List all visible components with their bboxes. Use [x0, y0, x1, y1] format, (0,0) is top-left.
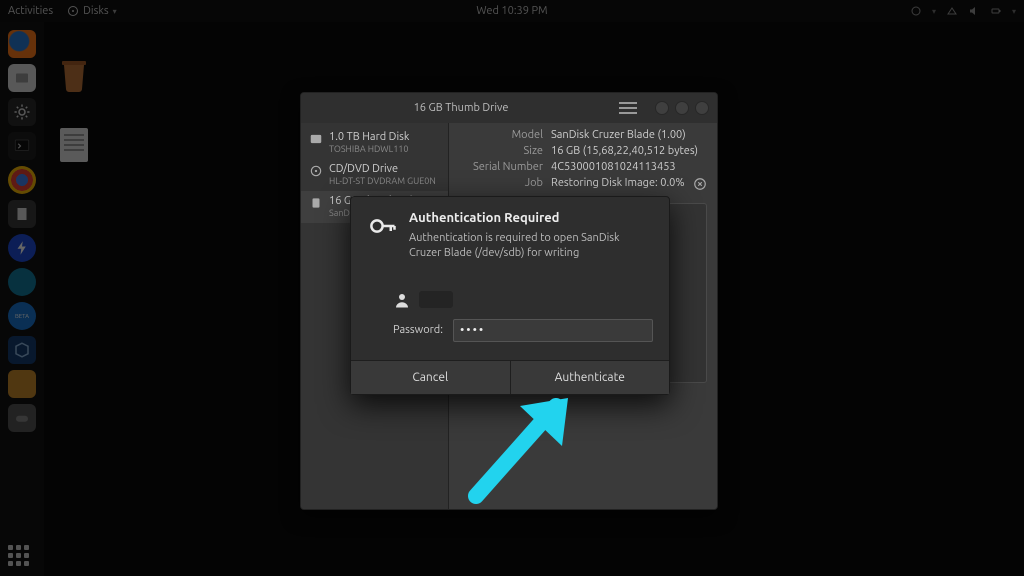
- auth-dialog: Authentication Required Authentication i…: [350, 196, 670, 395]
- key-icon: [367, 211, 397, 241]
- auth-user-row: [393, 291, 669, 309]
- window-title: 16 GB Thumb Drive: [309, 102, 613, 114]
- password-label: Password:: [393, 324, 443, 336]
- hamburger-menu-icon[interactable]: [619, 102, 637, 114]
- window-minimize-button[interactable]: [655, 101, 669, 115]
- device-sub: HL-DT-ST DVDRAM GUE0N: [329, 176, 436, 187]
- prop-value: Restoring Disk Image: 0.0%: [551, 177, 685, 191]
- device-sub: TOSHIBA HDWL110: [329, 144, 409, 155]
- prop-value: 16 GB (15,68,22,40,512 bytes): [551, 145, 698, 157]
- user-avatar-icon: [393, 291, 411, 309]
- window-close-button[interactable]: [695, 101, 709, 115]
- device-item-dvd[interactable]: CD/DVD Drive HL-DT-ST DVDRAM GUE0N: [301, 159, 448, 191]
- prop-key: Size: [459, 145, 543, 157]
- prop-value: 4C530001081024113453: [551, 161, 676, 173]
- cancel-button[interactable]: Cancel: [351, 361, 511, 394]
- authenticate-button[interactable]: Authenticate: [511, 361, 670, 394]
- device-item-hdd[interactable]: 1.0 TB Hard Disk TOSHIBA HDWL110: [301, 127, 448, 159]
- prop-key: Serial Number: [459, 161, 543, 173]
- device-name: 1.0 TB Hard Disk: [329, 131, 409, 144]
- auth-username: [419, 291, 453, 308]
- usb-drive-icon: [309, 196, 323, 210]
- hard-disk-icon: [309, 132, 323, 146]
- prop-value: SanDisk Cruzer Blade (1.00): [551, 129, 686, 141]
- auth-message: Authentication is required to open SanDi…: [409, 231, 653, 261]
- optical-drive-icon: [309, 164, 323, 178]
- prop-key: Model: [459, 129, 543, 141]
- password-input[interactable]: [453, 319, 653, 342]
- job-cancel-icon[interactable]: [693, 177, 707, 191]
- window-titlebar[interactable]: 16 GB Thumb Drive: [301, 93, 717, 123]
- prop-key: Job: [459, 177, 543, 191]
- window-maximize-button[interactable]: [675, 101, 689, 115]
- device-name: CD/DVD Drive: [329, 163, 436, 176]
- auth-title: Authentication Required: [409, 211, 653, 225]
